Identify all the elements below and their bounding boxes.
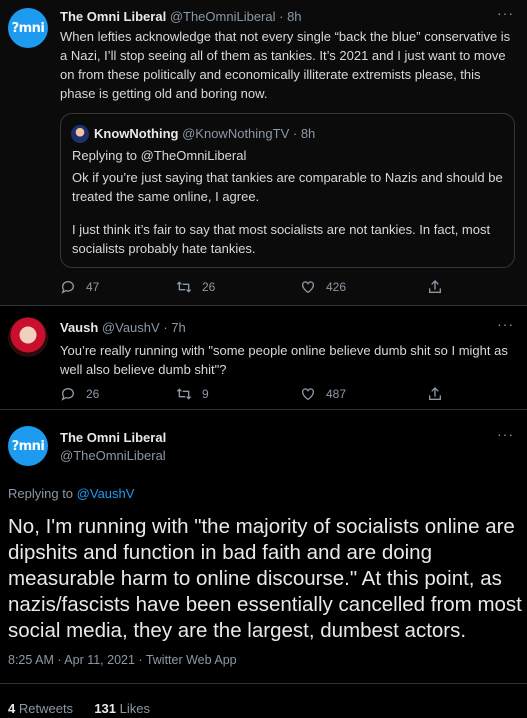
tweet-text: No, I'm running with "the majority of so… bbox=[8, 515, 522, 642]
tweet-header: Vaush @VaushV · 7h bbox=[60, 320, 186, 335]
share-icon bbox=[429, 387, 441, 400]
author-handle[interactable]: @VaushV bbox=[102, 320, 160, 335]
likes-stat[interactable]: 131 Likes bbox=[94, 701, 150, 716]
quoted-tweet[interactable]: KnowNothing @KnowNothingTV · 8h Replying… bbox=[60, 113, 515, 268]
replying-to: Replying to @VaushV bbox=[8, 486, 134, 501]
reply-count: 26 bbox=[86, 387, 100, 401]
author-name[interactable]: The Omni Liberal bbox=[60, 9, 166, 24]
retweet-count: 9 bbox=[202, 387, 209, 401]
retweet-icon bbox=[176, 388, 192, 400]
replying-to-prefix: Replying to bbox=[8, 486, 74, 501]
like-count: 426 bbox=[326, 280, 347, 294]
avatar[interactable]: ?mni bbox=[8, 426, 48, 466]
tweet-text: When lefties acknowledge that not every … bbox=[60, 29, 511, 101]
author-name-wrap: The Omni Liberal bbox=[60, 430, 166, 445]
tweet-header: The Omni Liberal @TheOmniLiberal · 8h bbox=[60, 9, 302, 24]
tweet-omni-liberal-1[interactable]: ?mni The Omni Liberal @TheOmniLiberal · … bbox=[0, 0, 527, 306]
avatar-label: ?mni bbox=[11, 20, 45, 36]
avatar[interactable] bbox=[8, 317, 48, 357]
retweet-button[interactable]: 9 bbox=[176, 386, 209, 402]
share-button[interactable] bbox=[427, 279, 443, 295]
more-options-icon[interactable]: ··· bbox=[497, 426, 514, 442]
reply-button[interactable]: 47 bbox=[60, 279, 99, 295]
share-button[interactable] bbox=[427, 386, 443, 402]
quoted-tweet-header: KnowNothing @KnowNothingTV · 8h bbox=[94, 126, 315, 141]
author-name[interactable]: The Omni Liberal bbox=[60, 430, 166, 445]
heart-icon bbox=[302, 281, 314, 294]
reply-count: 47 bbox=[86, 280, 100, 294]
tweet-actions: 47 26 426 bbox=[60, 279, 515, 295]
reply-button[interactable]: 26 bbox=[60, 386, 99, 402]
tweet-text: You’re really running with "some people … bbox=[60, 343, 508, 377]
quoted-text-p1: Ok if you’re just saying that tankies ar… bbox=[72, 170, 503, 204]
avatar bbox=[71, 125, 89, 143]
author-handle[interactable]: @TheOmniLiberal bbox=[170, 9, 276, 24]
more-options-icon[interactable]: ··· bbox=[497, 316, 514, 332]
reply-icon bbox=[61, 388, 74, 401]
tweet-actions: 26 9 487 bbox=[60, 386, 515, 402]
author-handle: @KnowNothingTV bbox=[182, 126, 290, 141]
avatar[interactable]: ?mni bbox=[8, 8, 48, 48]
tweet-vaush[interactable]: Vaush @VaushV · 7h ··· You’re really run… bbox=[0, 306, 527, 410]
tweet-omni-liberal-focused: ?mni The Omni Liberal @TheOmniLiberal ··… bbox=[0, 410, 527, 718]
retweets-count: 4 bbox=[8, 701, 16, 716]
tweet-stats: 4 Retweets 131 Likes bbox=[8, 701, 150, 716]
retweets-label: Retweets bbox=[18, 701, 74, 716]
author-handle[interactable]: @TheOmniLiberal bbox=[60, 448, 166, 463]
tweet-timestamp-source[interactable]: 8:25 AM · Apr 11, 2021 · Twitter Web App bbox=[8, 653, 237, 667]
retweet-icon bbox=[176, 281, 192, 293]
author-name: KnowNothing bbox=[94, 126, 179, 141]
share-icon bbox=[429, 280, 441, 293]
replying-to-label: Replying to @TheOmniLiberal bbox=[72, 148, 247, 163]
quoted-text-p2: I just think it’s fair to say that most … bbox=[72, 222, 491, 256]
avatar-label: ?mni bbox=[11, 438, 45, 454]
replying-to-handle[interactable]: @VaushV bbox=[77, 486, 135, 501]
reply-icon bbox=[61, 281, 74, 294]
likes-label: Likes bbox=[119, 701, 150, 716]
like-button[interactable]: 487 bbox=[300, 386, 346, 402]
divider bbox=[0, 683, 527, 684]
like-button[interactable]: 426 bbox=[300, 279, 346, 295]
likes-count: 131 bbox=[94, 701, 117, 716]
retweet-button[interactable]: 26 bbox=[176, 279, 215, 295]
heart-icon bbox=[302, 388, 314, 401]
retweets-stat[interactable]: 4 Retweets bbox=[8, 701, 73, 716]
timestamp[interactable]: · 8h bbox=[279, 9, 301, 24]
author-name[interactable]: Vaush bbox=[60, 320, 98, 335]
timestamp: · 8h bbox=[292, 126, 316, 141]
more-options-icon[interactable]: ··· bbox=[497, 5, 514, 21]
like-count: 487 bbox=[326, 387, 347, 401]
timestamp[interactable]: · 7h bbox=[163, 320, 185, 335]
retweet-count: 26 bbox=[202, 280, 216, 294]
